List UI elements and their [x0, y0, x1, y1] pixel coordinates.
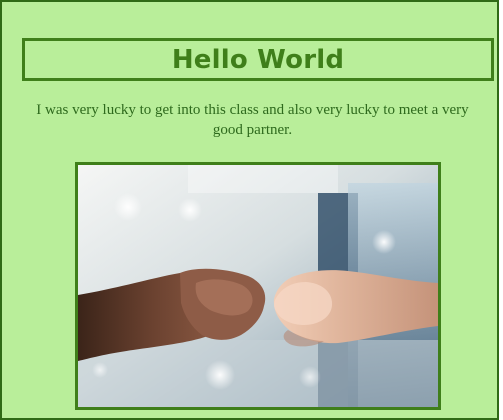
fist-bump-photo — [78, 165, 438, 407]
page-title: Hello World — [171, 44, 345, 75]
title-box: Hello World — [22, 38, 494, 81]
page-card: Hello World I was very lucky to get into… — [0, 0, 499, 420]
intro-paragraph: I was very lucky to get into this class … — [36, 102, 469, 138]
fist-bump-photo-frame — [75, 162, 441, 410]
